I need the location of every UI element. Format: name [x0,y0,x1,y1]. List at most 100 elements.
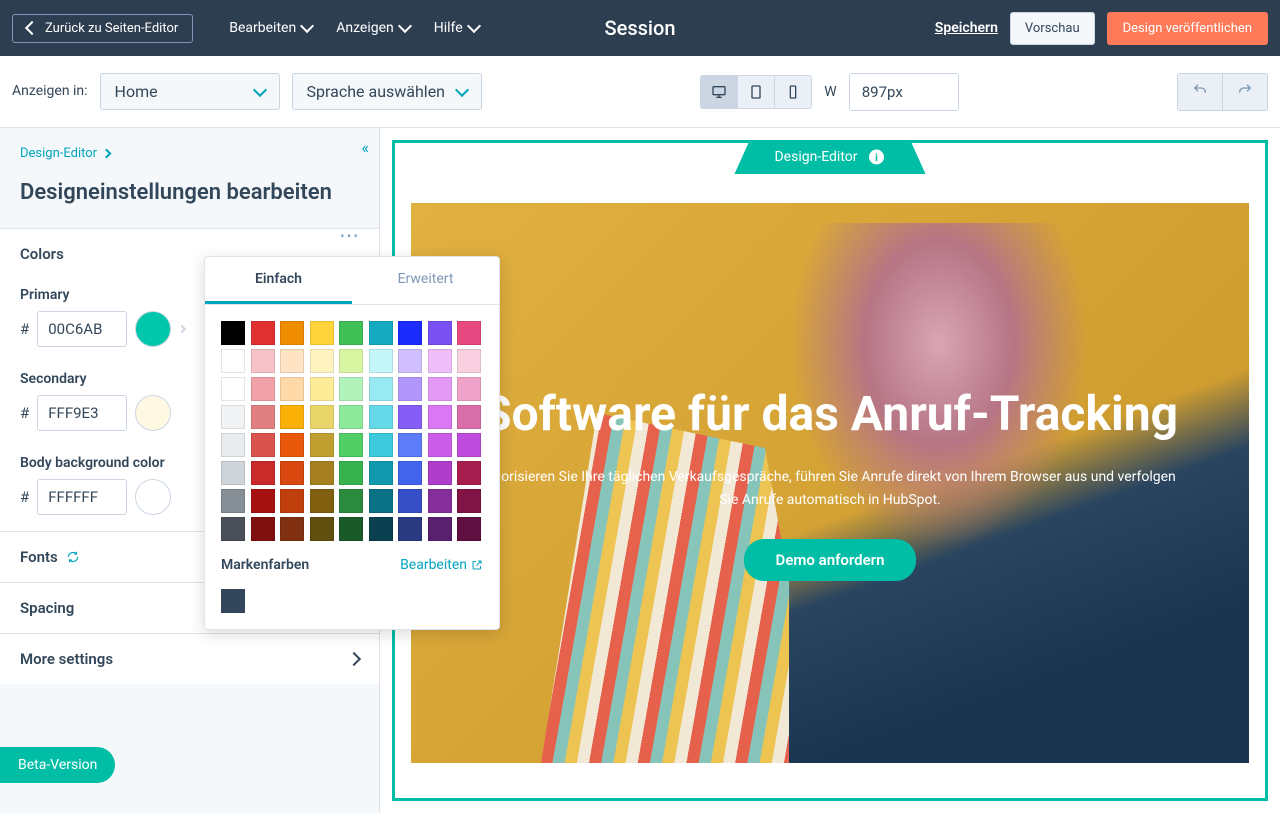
color-swatch[interactable] [310,377,334,401]
publish-button[interactable]: Design veröffentlichen [1107,12,1268,45]
color-swatch[interactable] [457,517,481,541]
color-swatch[interactable] [280,377,304,401]
color-swatch[interactable] [339,405,363,429]
menu-view[interactable]: Anzeigen [336,20,410,36]
color-swatch[interactable] [339,517,363,541]
color-swatch[interactable] [369,405,393,429]
secondary-swatch[interactable] [135,395,171,431]
color-swatch[interactable] [398,461,422,485]
color-swatch[interactable] [251,489,275,513]
color-swatch[interactable] [251,461,275,485]
color-swatch[interactable] [339,377,363,401]
color-swatch[interactable] [428,433,452,457]
color-swatch[interactable] [221,461,245,485]
color-swatch[interactable] [339,349,363,373]
bodybg-hex-input[interactable] [37,479,127,515]
bodybg-swatch[interactable] [135,479,171,515]
color-swatch[interactable] [369,517,393,541]
color-swatch[interactable] [339,433,363,457]
language-select[interactable]: Sprache auswählen [292,73,482,110]
color-swatch[interactable] [310,433,334,457]
info-icon[interactable]: i [868,148,886,166]
color-swatch[interactable] [428,405,452,429]
back-button[interactable]: Zurück zu Seiten-Editor [12,14,193,43]
color-swatch[interactable] [280,349,304,373]
undo-button[interactable] [1178,74,1223,110]
collapse-sidebar-icon[interactable]: « [361,138,369,157]
color-swatch[interactable] [280,517,304,541]
primary-swatch[interactable] [135,311,171,347]
color-swatch[interactable] [221,405,245,429]
color-swatch[interactable] [280,489,304,513]
color-swatch[interactable] [369,349,393,373]
color-swatch[interactable] [457,377,481,401]
color-swatch[interactable] [339,461,363,485]
color-swatch[interactable] [339,489,363,513]
color-swatch[interactable] [428,321,452,345]
color-swatch[interactable] [369,461,393,485]
color-swatch[interactable] [221,433,245,457]
color-swatch[interactable] [280,433,304,457]
color-swatch[interactable] [221,489,245,513]
color-swatch[interactable] [428,461,452,485]
menu-edit[interactable]: Bearbeiten [229,20,312,36]
width-input[interactable] [849,73,959,111]
color-swatch[interactable] [457,405,481,429]
color-swatch[interactable] [457,489,481,513]
color-swatch[interactable] [310,321,334,345]
page-select[interactable]: Home [100,73,280,110]
color-swatch[interactable] [398,517,422,541]
color-swatch[interactable] [369,377,393,401]
secondary-hex-input[interactable] [37,395,127,431]
color-swatch[interactable] [428,517,452,541]
color-swatch[interactable] [221,349,245,373]
color-swatch[interactable] [221,377,245,401]
color-swatch[interactable] [457,433,481,457]
color-swatch[interactable] [398,489,422,513]
preview-button[interactable]: Vorschau [1010,12,1095,45]
color-swatch[interactable] [251,321,275,345]
redo-button[interactable] [1223,74,1267,110]
color-swatch[interactable] [369,489,393,513]
color-swatch[interactable] [280,321,304,345]
color-swatch[interactable] [310,489,334,513]
tab-advanced[interactable]: Erweitert [352,257,499,304]
color-swatch[interactable] [310,405,334,429]
color-swatch[interactable] [310,461,334,485]
color-swatch[interactable] [280,405,304,429]
color-swatch[interactable] [251,517,275,541]
color-swatch[interactable] [310,517,334,541]
tab-simple[interactable]: Einfach [205,257,352,304]
primary-hex-input[interactable] [37,311,127,347]
color-swatch[interactable] [428,489,452,513]
color-swatch[interactable] [251,433,275,457]
color-swatch[interactable] [398,349,422,373]
color-swatch[interactable] [221,517,245,541]
color-swatch[interactable] [251,377,275,401]
color-swatch[interactable] [457,349,481,373]
color-swatch[interactable] [251,405,275,429]
color-swatch[interactable] [398,405,422,429]
color-swatch[interactable] [221,321,245,345]
color-swatch[interactable] [457,321,481,345]
more-menu-icon[interactable]: ⋯ [339,223,359,247]
beta-badge[interactable]: Beta-Version [0,747,115,783]
more-settings-accordion[interactable]: More settings [0,633,379,684]
color-swatch[interactable] [457,461,481,485]
color-swatch[interactable] [369,433,393,457]
hero-cta-button[interactable]: Demo anfordern [744,539,917,581]
device-tablet[interactable] [738,76,775,108]
color-swatch[interactable] [398,377,422,401]
device-mobile[interactable] [775,76,811,108]
save-link[interactable]: Speichern [935,20,998,36]
color-swatch[interactable] [398,433,422,457]
menu-help[interactable]: Hilfe [434,20,479,36]
color-swatch[interactable] [369,321,393,345]
color-swatch[interactable] [428,377,452,401]
color-swatch[interactable] [251,349,275,373]
brand-color-swatch[interactable] [221,589,245,613]
color-swatch[interactable] [339,321,363,345]
color-swatch[interactable] [310,349,334,373]
color-swatch[interactable] [280,461,304,485]
brand-edit-link[interactable]: Bearbeiten [400,557,483,573]
